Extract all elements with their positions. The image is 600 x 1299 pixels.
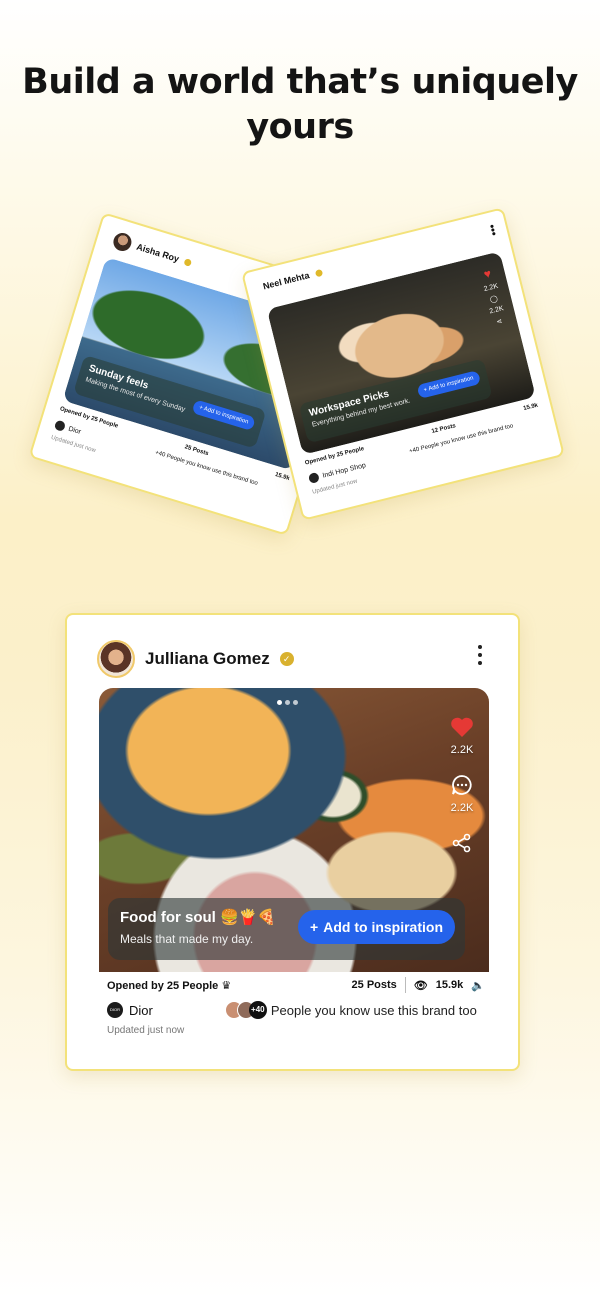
post-image[interactable]: 2.2K 2.2K Food for soul 🍔🍟🍕 Meals that m… — [99, 688, 489, 972]
action-rail: ♥ 2.2K ◯ 2.2K ⋖ — [479, 265, 507, 327]
caption-overlay: Food for soul 🍔🍟🍕 Meals that made my day… — [108, 898, 465, 960]
comment-icon[interactable]: ◯ — [489, 294, 498, 304]
opened-by: Opened by 25 People — [107, 979, 219, 992]
plus-icon: + — [310, 919, 319, 935]
friends-more: +40 — [248, 1001, 267, 1019]
views-count: 15.9k — [435, 979, 464, 991]
add-to-inspiration-label: Add to inspiration — [323, 919, 443, 935]
share-icon[interactable] — [449, 830, 475, 856]
posts-count: 25 Posts — [351, 979, 397, 991]
volume-icon[interactable]: 🔈 — [471, 979, 485, 992]
more-options-icon[interactable] — [476, 645, 484, 665]
friends-text: People you know use this brand too — [270, 1002, 477, 1018]
headline-line-2: yours — [246, 107, 354, 147]
updated-time: Updated just now — [107, 1025, 185, 1036]
post-card-main[interactable]: Julliana Gomez ✓ 2.2K 2.2K Food for soul… — [65, 613, 520, 1071]
author-name[interactable]: Neel Mehta — [262, 270, 311, 291]
share-icon[interactable]: ⋖ — [496, 317, 503, 326]
verified-badge-icon — [314, 268, 323, 277]
eye-icon: 👁 — [413, 979, 428, 992]
friends-more: +40 — [408, 446, 421, 455]
more-options-icon[interactable]: ••• — [485, 223, 499, 237]
comments-count: 2.2K — [488, 305, 505, 316]
caption-overlay: Sunday feels Making the most of every Su… — [73, 354, 267, 449]
likes-count: 2.2K — [483, 282, 499, 294]
brand-logo — [307, 471, 320, 484]
brand-name[interactable]: Dior — [129, 1003, 153, 1018]
friends-note: +40 People you know use this brand too — [409, 423, 514, 455]
add-to-inspiration-button[interactable]: + Add to inspiration — [298, 910, 455, 944]
comment-icon[interactable] — [449, 772, 475, 798]
chef-hat-icon: ♛ — [221, 979, 232, 992]
brand-logo: DIOR — [107, 1002, 123, 1018]
headline: Build a world that’s uniquely yours — [0, 60, 600, 150]
verified-badge-icon: ✓ — [279, 652, 294, 666]
stats-row: Opened by 25 People ♛ 25 Posts 👁 15.9k 🔈 — [107, 976, 485, 994]
brand-row: DIOR Dior +40 People you know use this b… — [107, 1001, 485, 1019]
author-name[interactable]: Julliana Gomez — [145, 649, 270, 669]
card-header: Neel Mehta — [262, 267, 323, 291]
heart-icon[interactable]: ♥ — [482, 266, 492, 281]
verified-badge-icon — [183, 257, 193, 267]
heart-icon[interactable] — [449, 714, 475, 740]
caption-overlay: Workspace Picks Everything behind my bes… — [298, 358, 493, 444]
views-count: 15.9k — [522, 402, 539, 413]
friends-avatars[interactable]: +40 — [224, 1001, 271, 1019]
posts-count: 12 Posts — [431, 423, 457, 435]
brand-logo — [53, 419, 67, 433]
friends-more: +40 — [154, 449, 166, 459]
views-count: 15.9k — [274, 471, 291, 483]
post-image[interactable]: ♥ 2.2K ◯ 2.2K ⋖ Workspace Picks Everythi… — [266, 251, 536, 455]
opened-by-group: Opened by 25 People ♛ — [107, 979, 231, 992]
comments-count: 2.2K — [450, 802, 474, 814]
stats-right: 25 Posts 👁 15.9k 🔈 — [352, 977, 485, 993]
action-rail: 2.2K 2.2K — [449, 714, 475, 856]
posts-count: 25 Posts — [183, 444, 210, 458]
likes-count: 2.2K — [450, 744, 474, 756]
avatar[interactable] — [97, 640, 135, 678]
brand-name: Dior — [67, 425, 82, 436]
brand[interactable]: Dior — [53, 419, 83, 437]
headline-line-1: Build a world that’s uniquely — [22, 62, 578, 102]
carousel-dots — [277, 700, 298, 705]
avatar[interactable] — [111, 230, 134, 254]
card-header: Julliana Gomez ✓ — [97, 640, 294, 678]
divider — [404, 977, 406, 993]
author-name[interactable]: Aisha Roy — [135, 242, 180, 264]
brand-name: Indi Hop Shop — [321, 461, 367, 480]
updated-time: Updated just now — [50, 434, 97, 455]
